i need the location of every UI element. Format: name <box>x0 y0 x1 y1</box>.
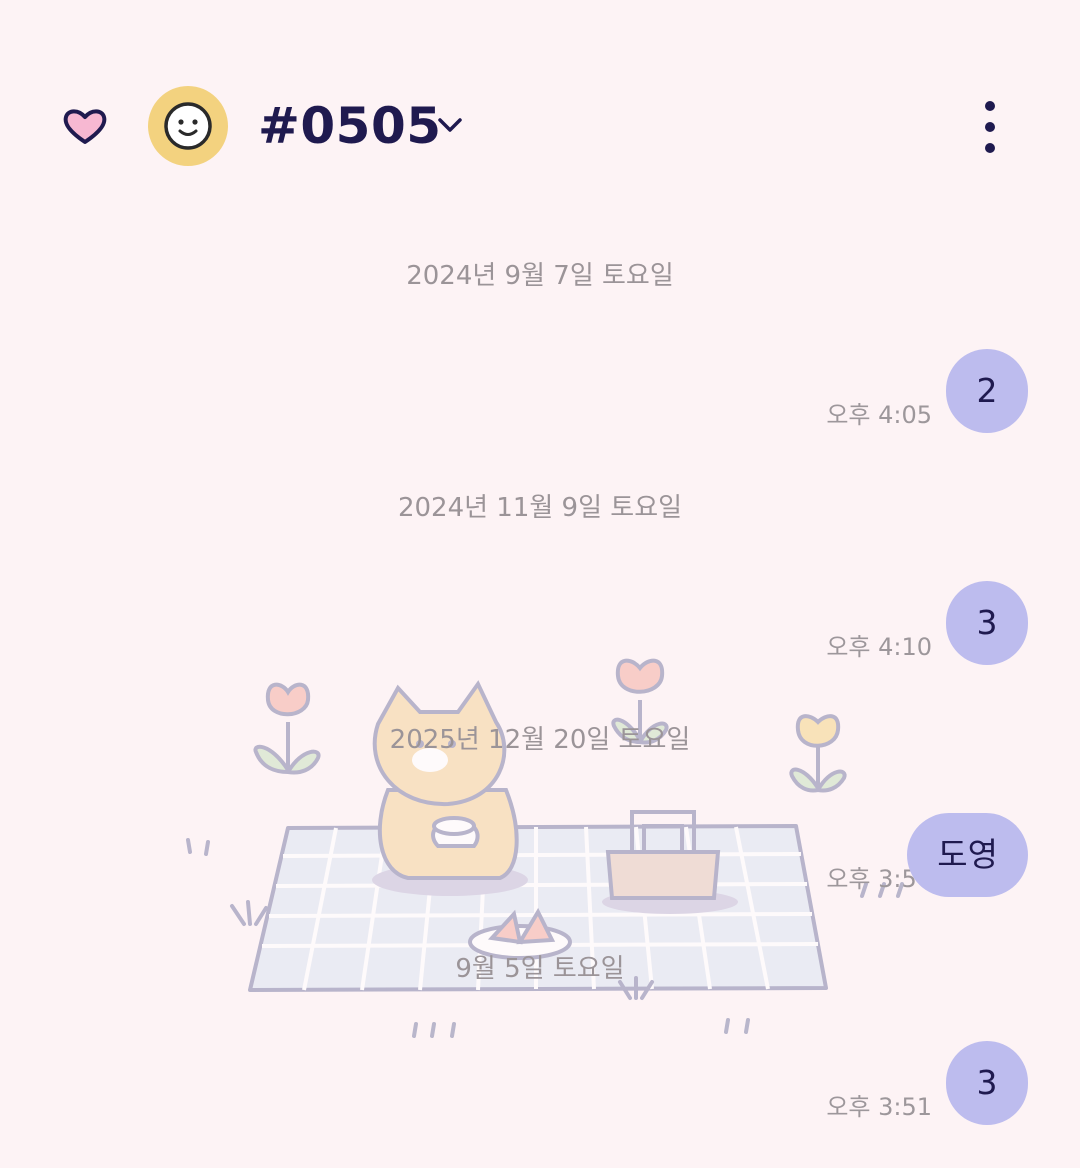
date-separator: 2024년 9월 7일 토요일 <box>406 261 674 291</box>
message-bubble[interactable]: 3 <box>946 1041 1028 1125</box>
date-separator: 2025년 12월 20일 토요일 <box>389 725 691 755</box>
date-separator: 9월 5일 토요일 <box>455 954 625 984</box>
message-time: 오후 4:05 <box>826 401 932 429</box>
chat-header: #0505 <box>0 60 1080 192</box>
avatar[interactable] <box>148 86 228 166</box>
message-bubble[interactable]: 3 <box>946 581 1028 665</box>
smiley-face-icon <box>164 102 212 150</box>
message-time: 오후 4:10 <box>826 633 932 661</box>
message-bubble[interactable]: 2 <box>946 349 1028 433</box>
message-time: 오후 3:51 <box>826 1093 932 1121</box>
message-bubble[interactable]: 도영 <box>907 813 1028 897</box>
heart-icon[interactable] <box>60 104 110 148</box>
more-vert-icon[interactable] <box>966 94 1014 160</box>
date-separator: 2024년 11월 9일 토요일 <box>397 493 683 523</box>
chat-title[interactable]: #0505 <box>258 90 442 162</box>
chevron-down-icon[interactable] <box>432 108 468 144</box>
